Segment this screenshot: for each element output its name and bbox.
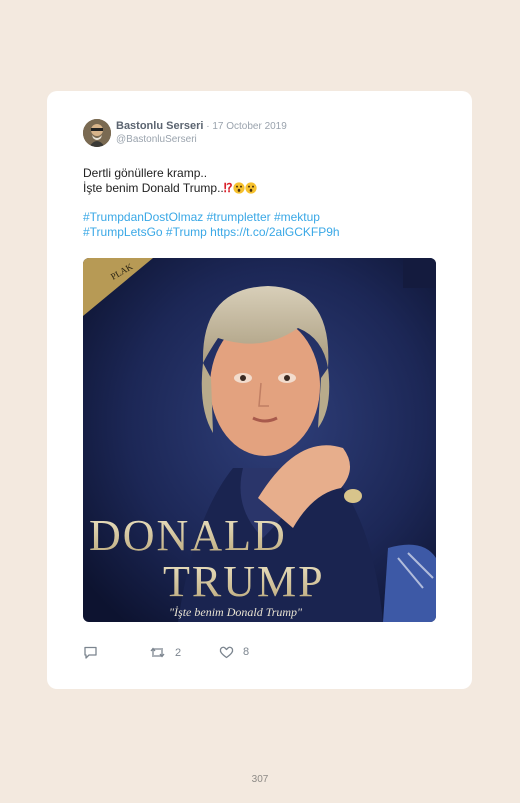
interrobang-emphasis: ⁉ — [223, 181, 233, 195]
retweet-icon — [150, 647, 165, 658]
tweet-hashtags: #TrumpdanDostOlmaz #trumpletter #mektup … — [83, 210, 453, 240]
heart-icon — [219, 646, 234, 659]
tweet-card: Bastonlu Serseri · 17 October 2019 @Bast… — [47, 91, 472, 689]
cover-title-line2: TRUMP — [163, 557, 325, 606]
cover-title-line1: DONALD — [89, 511, 287, 560]
reply-button[interactable] — [83, 645, 98, 660]
avatar-image — [83, 119, 111, 147]
like-button[interactable]: 8 — [219, 645, 249, 659]
hashtag-link-line[interactable]: #TrumpLetsGo #Trump https://t.co/2alGCKF… — [83, 225, 453, 240]
cover-caption: "İşte benim Donald Trump" — [169, 605, 303, 619]
astonished-face-emoji-icon — [232, 182, 245, 194]
author-line: Bastonlu Serseri · 17 October 2019 — [116, 120, 287, 132]
meta-separator: · — [203, 121, 213, 132]
tweet-text: Dertli gönüllere kramp.. İşte benim Dona… — [83, 166, 443, 196]
tweet-text-line: İşte benim Donald Trump..⁉ — [83, 181, 443, 196]
author-name[interactable]: Bastonlu Serseri — [116, 120, 203, 132]
retweet-count: 2 — [175, 646, 182, 659]
astonished-face-emoji-icon — [244, 182, 257, 194]
tweet-text-line: Dertli gönüllere kramp.. — [83, 166, 208, 180]
album-cover-image: PLAK DONALD TRUMP "İşte benim Donald Tru… — [83, 258, 436, 622]
page-number: 307 — [251, 774, 269, 785]
retweet-button[interactable]: 2 — [149, 645, 181, 660]
reply-icon — [84, 646, 97, 659]
tweet-date[interactable]: 17 October 2019 — [212, 121, 287, 132]
like-count: 8 — [243, 646, 250, 658]
tweet-image[interactable]: PLAK DONALD TRUMP "İşte benim Donald Tru… — [83, 258, 436, 622]
author-handle[interactable]: @BastonluSerseri — [116, 134, 197, 145]
hashtag-link-line[interactable]: #TrumpdanDostOlmaz #trumpletter #mektup — [83, 210, 453, 225]
tweet-text-body: İşte benim Donald Trump.. — [83, 181, 224, 195]
tweet-actions: 2 8 — [83, 645, 443, 661]
avatar[interactable] — [83, 119, 111, 147]
